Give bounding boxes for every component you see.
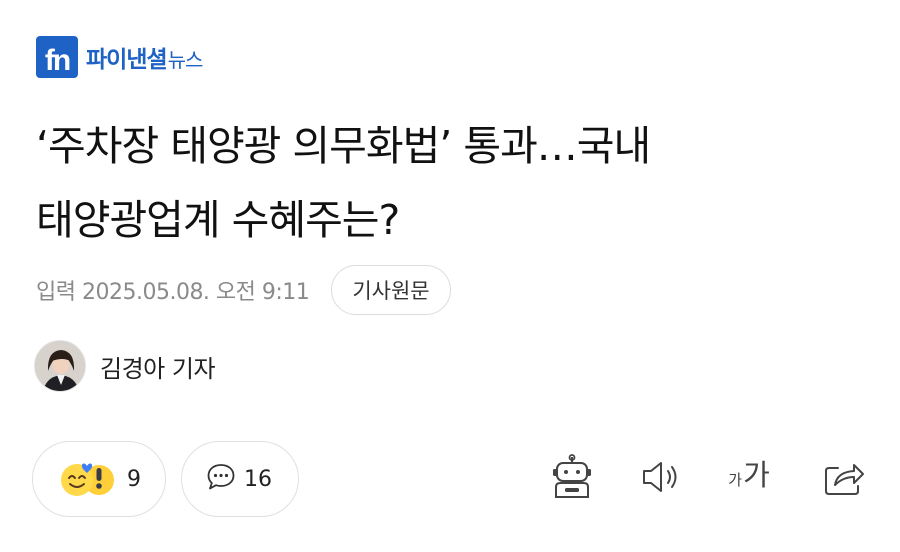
speech-bubble-icon (206, 462, 236, 496)
original-article-button[interactable]: 기사원문 (331, 265, 451, 315)
font-size-button[interactable]: 가 가 (722, 452, 776, 506)
press-name-light: 뉴스 (167, 48, 204, 72)
robot-summary-icon (548, 453, 596, 505)
reporter-info[interactable]: 김경아 기자 (34, 340, 216, 392)
press-name-bold: 파이낸셜 (86, 47, 168, 73)
font-size-large: 가 (743, 458, 770, 492)
share-button[interactable] (818, 452, 870, 506)
headline-line-1: ‘주차장 태양광 의무화법’ 통과…국내 (36, 122, 651, 170)
press-logo: fn (36, 36, 78, 78)
text-to-speech-button[interactable] (636, 452, 686, 506)
comment-count: 16 (244, 466, 272, 492)
reporter-name: 김경아 기자 (100, 354, 216, 383)
reaction-count: 9 (127, 466, 141, 492)
share-icon (821, 456, 867, 502)
reporter-avatar (34, 340, 86, 392)
headline-line-2: 태양광업계 수혜주는? (36, 195, 400, 244)
published-date: 입력 2025.05.08. 오전 9:11 (36, 280, 310, 305)
press-header[interactable]: fn 파이낸셜 뉴스 (36, 36, 204, 78)
article-headline: ‘주차장 태양광 의무화법’ 통과…국내 태양광업계 수혜주는? (36, 110, 876, 258)
font-size-small: 가 (728, 471, 743, 489)
press-name: 파이낸셜 뉴스 (86, 40, 204, 74)
reaction-button[interactable]: 9 (32, 441, 166, 517)
article-meta: 입력 2025.05.08. 오전 9:11 기사원문 (36, 265, 451, 315)
reaction-emoji-icon (57, 456, 119, 502)
summary-bot-button[interactable] (546, 452, 598, 506)
speaker-icon (639, 457, 683, 501)
comment-button[interactable]: 16 (181, 441, 299, 517)
